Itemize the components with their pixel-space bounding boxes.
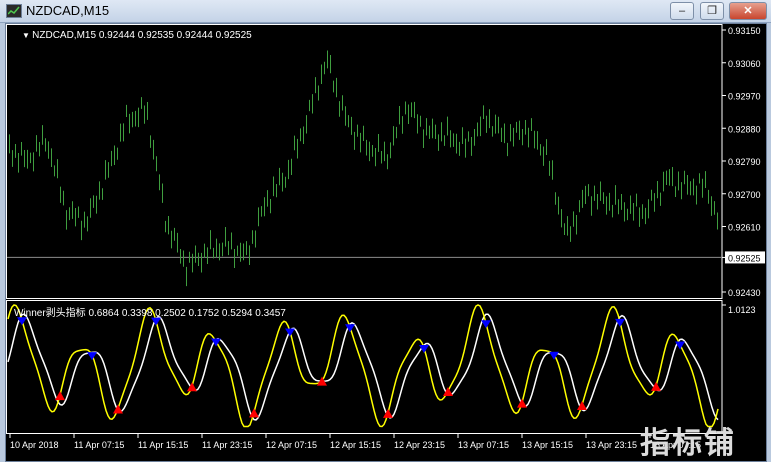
buy-arrow-icon <box>651 381 661 391</box>
dropdown-triangle-icon[interactable]: ▼ <box>22 31 32 40</box>
price-tick-label: 0.92610 <box>728 223 761 233</box>
price-tick-label: 0.92790 <box>728 157 761 167</box>
chart-canvas[interactable]: 0.93150 0.93060 0.92970 0.92880 0.92790 0.927… <box>6 24 766 461</box>
current-price-tag: 0.92525 <box>728 253 761 263</box>
sell-arrow-icon <box>285 328 295 337</box>
time-tick-label: 13 Apr 15:15 <box>522 440 573 450</box>
time-tick-label: 11 Apr 07:15 <box>74 440 124 450</box>
sell-arrow-icon <box>549 351 559 360</box>
restore-button[interactable]: ❐ <box>700 2 724 20</box>
price-tick-label: 0.93150 <box>728 26 761 36</box>
time-tick-label: 12 Apr 15:15 <box>330 440 381 450</box>
indicator-panel-border <box>6 300 723 434</box>
price-tick-label: 0.92970 <box>728 92 761 102</box>
time-tick-label: 12 Apr 23:15 <box>394 440 445 450</box>
terminal-window: NZDCAD,M15 ‒ ❐ ✕ 0.93150 0.93060 0.92970 0.… <box>0 0 771 462</box>
window-title: NZDCAD,M15 <box>26 3 110 18</box>
chart-window-icon <box>6 4 22 18</box>
time-tick-label: 11 Apr 23:15 <box>202 440 252 450</box>
minimize-button[interactable]: ‒ <box>670 2 694 20</box>
indicator-panel-label: Winner剥头指标 0.6864 0.3398 0.2502 0.1752 0… <box>14 308 286 319</box>
time-tick-label: 10 Apr 2018 <box>10 440 59 450</box>
chart-frame[interactable]: 0.93150 0.93060 0.92970 0.92880 0.92790 0.927… <box>5 23 767 462</box>
fast-signal-line <box>7 304 719 428</box>
sell-arrow-icon <box>481 320 491 329</box>
watermark-logo: 指标铺 <box>640 426 736 461</box>
main-panel-label: ▼ NZDCAD,M15 0.92444 0.92535 0.92444 0.9… <box>22 30 252 41</box>
price-tick-label: 0.92700 <box>728 190 761 200</box>
buy-arrow-icon <box>517 398 527 408</box>
title-bar[interactable]: NZDCAD,M15 ‒ ❐ ✕ <box>0 0 771 23</box>
sell-arrow-icon <box>87 352 97 361</box>
time-tick-label: 13 Apr 07:15 <box>458 440 509 450</box>
time-tick-label: 12 Apr 07:15 <box>266 440 317 450</box>
price-tick-label: 0.92880 <box>728 124 761 134</box>
price-tick-label: 0.93060 <box>728 59 761 69</box>
indicator-top-tick: 1.0123 <box>728 305 756 315</box>
close-button[interactable]: ✕ <box>729 2 767 20</box>
time-tick-label: 11 Apr 15:15 <box>138 440 188 450</box>
buy-arrow-icon <box>55 391 65 401</box>
time-tick-label: 13 Apr 23:15 <box>586 440 637 450</box>
price-tick-label: 0.92430 <box>728 288 761 298</box>
buy-arrow-icon <box>113 404 123 414</box>
